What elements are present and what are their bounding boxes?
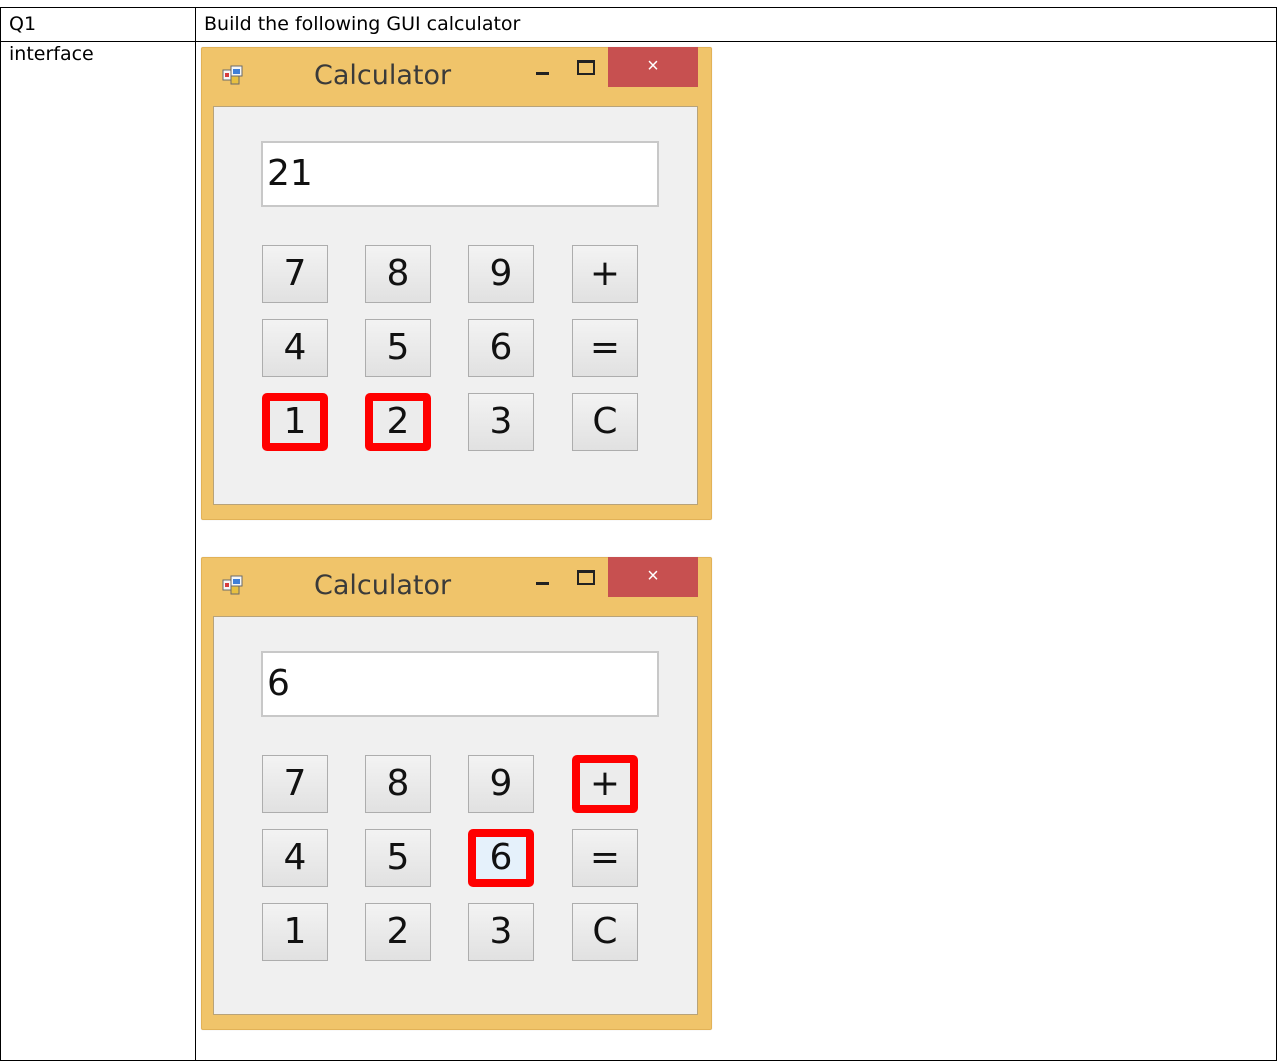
close-button[interactable]: × [608, 557, 698, 597]
button-7[interactable]: 7 [262, 755, 328, 813]
display-textbox[interactable]: 21 [261, 141, 659, 207]
button-6[interactable]: 6 [468, 319, 534, 377]
button-9[interactable]: 9 [468, 245, 534, 303]
window-title: Calculator [314, 60, 452, 91]
button-8[interactable]: 8 [365, 755, 431, 813]
button-4[interactable]: 4 [262, 319, 328, 377]
button-equals[interactable]: = [572, 829, 638, 887]
button-4[interactable]: 4 [262, 829, 328, 887]
display-textbox[interactable]: 6 [261, 651, 659, 717]
app-form-icon [222, 575, 243, 595]
button-9[interactable]: 9 [468, 755, 534, 813]
button-8[interactable]: 8 [365, 245, 431, 303]
button-5[interactable]: 5 [365, 319, 431, 377]
button-plus[interactable]: + [572, 245, 638, 303]
close-button[interactable]: × [608, 47, 698, 87]
button-clear[interactable]: C [572, 393, 638, 451]
button-1[interactable]: 1 [262, 903, 328, 961]
button-2[interactable]: 2 [365, 393, 431, 451]
calculator-window-2: Calculator × 6 7 8 9 +4 5 6 = 1 2 3 C [201, 557, 712, 1030]
app-form-icon [222, 65, 243, 85]
title-bar[interactable]: Calculator × [202, 557, 711, 612]
interface-label-cell: interface [0, 41, 196, 1061]
button-5[interactable]: 5 [365, 829, 431, 887]
question-text-cell: Build the following GUI calculator [195, 7, 1277, 42]
client-area: 6 7 8 9 +4 5 6 = 1 2 3 C [213, 616, 698, 1015]
maximize-button[interactable] [574, 562, 604, 598]
button-clear[interactable]: C [572, 903, 638, 961]
button-1[interactable]: 1 [262, 393, 328, 451]
button-equals[interactable]: = [572, 319, 638, 377]
minimize-button[interactable] [529, 562, 559, 598]
button-3[interactable]: 3 [468, 393, 534, 451]
button-2[interactable]: 2 [365, 903, 431, 961]
button-7[interactable]: 7 [262, 245, 328, 303]
button-3[interactable]: 3 [468, 903, 534, 961]
button-6[interactable]: 6 [468, 829, 534, 887]
maximize-button[interactable] [574, 52, 604, 88]
title-bar[interactable]: Calculator × [202, 47, 711, 102]
client-area: 21 7 8 9 +4 5 6 = 1 2 3 C [213, 106, 698, 505]
calculator-window-1: Calculator × 21 7 8 9 +4 5 6 = 1 2 3 C [201, 47, 712, 520]
button-plus[interactable]: + [572, 755, 638, 813]
question-number-cell: Q1 [0, 7, 196, 42]
window-title: Calculator [314, 570, 452, 601]
minimize-button[interactable] [529, 52, 559, 88]
